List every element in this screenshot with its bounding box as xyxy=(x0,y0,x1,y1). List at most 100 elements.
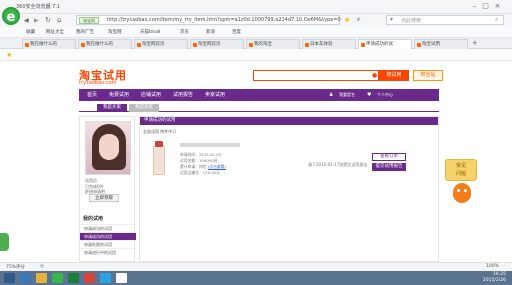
ie-icon[interactable] xyxy=(20,273,31,283)
close-icon[interactable]: × xyxy=(493,2,502,11)
bookmark-item[interactable]: 新浪 xyxy=(206,29,215,35)
browser-tab[interactable]: 日本车体验 xyxy=(302,39,356,49)
menu-item[interactable]: 申请失败的试用 xyxy=(80,240,136,248)
browser-search[interactable]: ▾ 点此搜索 ⌕ xyxy=(386,15,504,25)
bookmark-item[interactable]: 收藏 xyxy=(26,29,35,35)
submit-report-button[interactable]: 提交试用报告 xyxy=(372,163,406,171)
favicon-icon xyxy=(305,43,309,47)
bookmark-item[interactable]: 百度 xyxy=(232,29,241,35)
product-name-placeholder[interactable] xyxy=(180,143,240,147)
avatar[interactable] xyxy=(85,121,131,175)
menu-item[interactable]: 申请成功的试用 xyxy=(80,224,136,232)
new-tab-icon[interactable]: + xyxy=(472,39,478,47)
tab-seller[interactable]: 我是卖家 xyxy=(129,104,159,112)
address-bar[interactable]: 淘宝网 http://try.taobao.com/item/my_try_it… xyxy=(76,15,341,25)
favicon-icon xyxy=(137,43,141,47)
faq-helper[interactable]: 常见 问题 xyxy=(445,159,477,215)
app-icon[interactable] xyxy=(84,273,95,283)
browser-tab[interactable]: 我在做什么的 xyxy=(78,39,132,49)
bookmark-item[interactable]: 京东 xyxy=(180,29,189,35)
profile-sidebar: 试用员 已完成0件 赶快申请吧 立即领取 我的试用 申请成功的试用 申请成功的试… xyxy=(79,116,136,262)
product-image[interactable] xyxy=(146,141,172,177)
browser-360-icon[interactable] xyxy=(52,273,63,283)
home-icon[interactable]: ⌂ xyxy=(57,16,61,24)
page-toolbar: ★ xyxy=(0,49,512,61)
filter-tabs[interactable]: 全部试用 附件中订 xyxy=(143,129,176,135)
url-text[interactable]: http://try.taobao.com/item/my_try_item.h… xyxy=(107,17,341,23)
trial-price: 试用品编号：120.00元 xyxy=(180,170,220,175)
refresh-icon[interactable]: ↻ xyxy=(45,16,51,24)
browser-tab[interactable]: 淘宝试用 xyxy=(414,39,468,49)
menu-item[interactable]: 申请进行中的试用 xyxy=(80,248,136,256)
forward-icon[interactable]: ▶ xyxy=(34,17,39,24)
bookmark-item[interactable]: 我的广告 xyxy=(76,29,94,35)
search-trial-button[interactable]: 搜试用 xyxy=(379,70,409,81)
browser-tab[interactable]: 我的淘宝 xyxy=(246,39,300,49)
qq-icon[interactable] xyxy=(100,273,111,283)
robot-eye xyxy=(464,189,467,192)
faq-card[interactable]: 常见 问题 xyxy=(445,159,477,181)
mic-icon[interactable]: ● xyxy=(372,72,377,79)
share-tab-icon[interactable] xyxy=(0,233,9,251)
bookmark-item[interactable]: 淘宝网 xyxy=(108,29,122,35)
browser-tab[interactable]: 淘宝网首页 xyxy=(134,39,188,49)
lightning-icon[interactable]: ⚡ xyxy=(356,16,361,24)
favicon-icon xyxy=(193,43,197,47)
claim-button[interactable]: 立即领取 xyxy=(89,194,119,202)
browser-tab[interactable]: 淘宝网首页 xyxy=(190,39,244,49)
view-detail-link[interactable]: (点击查看) xyxy=(208,164,226,169)
bookmark-item[interactable]: 天猫tmall xyxy=(140,29,160,35)
nav-personal-center[interactable]: 个人中心 xyxy=(377,89,393,101)
chat-icon[interactable] xyxy=(116,273,127,283)
robot-eye xyxy=(457,189,460,192)
nav-trial-report[interactable]: 试用报告 xyxy=(173,89,193,101)
bookmarks-bar: 收藏 网址大全 我的广告 淘宝网 天猫tmall 京东 新浪 百度 xyxy=(0,27,512,38)
bookmark-item[interactable]: 网址大全 xyxy=(46,29,64,35)
avatar-face xyxy=(99,134,119,160)
search-all-button[interactable]: 搜全站 xyxy=(413,70,443,81)
start-icon[interactable] xyxy=(4,273,15,283)
star-icon[interactable]: ★ xyxy=(344,16,350,24)
search-placeholder: 点此搜索 xyxy=(401,18,422,24)
favicon-icon xyxy=(81,43,85,47)
browser-tab-active[interactable]: 申请成功的试 xyxy=(358,39,412,49)
main-nav: 首页 免费试用 店铺试用 试用报告 卖家试用 ♟ 我要提名 ♥ 个人中心 xyxy=(79,89,439,101)
favicon-icon xyxy=(417,43,421,47)
browser-logo-icon[interactable]: e xyxy=(2,7,20,25)
browser-tab[interactable]: 我在做什么的 xyxy=(22,39,76,49)
menu-item-active[interactable]: 申请成功的试用 xyxy=(80,232,136,240)
tab-bar: 我在做什么的 我在做什么的 淘宝网首页 淘宝网首页 我的淘宝 日本车体验 申请成… xyxy=(0,38,512,49)
back-icon[interactable]: ◀ xyxy=(24,17,29,24)
favicon-icon xyxy=(25,43,29,47)
status-link[interactable]: ◎ xyxy=(40,264,44,269)
tab-buyer[interactable]: 我是买家 xyxy=(97,104,127,112)
clock-date: 2015/2/26 xyxy=(482,277,506,283)
web-page: 淘宝试用 try.taobao.com ● 搜试用 搜全站 首页 免费试用 店铺… xyxy=(0,61,512,262)
nav-home[interactable]: 首页 xyxy=(87,89,97,101)
browser-titlebar: 360安全浏览器 7.1 – □ × xyxy=(0,0,512,14)
nav-store-trial[interactable]: 店铺试用 xyxy=(141,89,161,101)
zoom-level[interactable]: 100% xyxy=(486,264,499,269)
minimize-icon[interactable]: – xyxy=(470,2,479,11)
nav-nominate[interactable]: 我要提名 xyxy=(339,89,355,101)
window-title: 360安全浏览器 7.1 xyxy=(16,4,61,10)
site-search-input[interactable]: ● xyxy=(253,70,379,81)
folder-icon[interactable] xyxy=(36,273,47,283)
favorites-star-icon[interactable]: ★ xyxy=(6,51,12,59)
section-title: 申请成功的试用 xyxy=(140,117,438,125)
site-badge: 淘宝网 xyxy=(79,17,99,24)
maximize-icon[interactable]: □ xyxy=(481,2,490,11)
view-order-button[interactable]: 查看订单 xyxy=(372,153,406,161)
system-clock[interactable]: 16:25 2015/2/26 xyxy=(483,272,506,283)
search-engine-icon[interactable]: ▾ xyxy=(390,16,393,23)
status-left: 75%评分 xyxy=(6,265,26,270)
excel-icon[interactable] xyxy=(68,273,79,283)
report-deadline: 请于2015-02-17前提交试用报告 xyxy=(308,162,368,167)
search-icon[interactable]: ⌕ xyxy=(495,16,498,24)
nav-seller-trial[interactable]: 卖家试用 xyxy=(205,89,225,101)
taobao-try-domain: try.taobao.com xyxy=(79,80,117,86)
nav-free-trial[interactable]: 免费试用 xyxy=(109,89,129,101)
faq-label-1: 常见 xyxy=(455,163,466,169)
heart-icon: ♥ xyxy=(367,92,372,98)
faq-label-2: 问题 xyxy=(455,171,466,177)
